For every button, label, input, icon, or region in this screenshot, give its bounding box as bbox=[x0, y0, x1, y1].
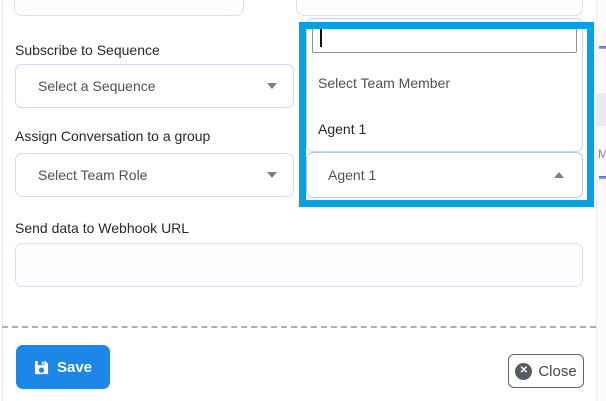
dropdown-search-input[interactable] bbox=[312, 22, 577, 53]
team-role-select[interactable]: Select Team Role bbox=[15, 153, 294, 197]
chevron-down-icon bbox=[267, 83, 277, 89]
assign-group-label: Assign Conversation to a group bbox=[15, 128, 210, 144]
subscribe-sequence-label: Subscribe to Sequence bbox=[15, 42, 160, 58]
close-button-label: Close bbox=[538, 363, 576, 380]
close-icon: ✕ bbox=[515, 363, 532, 380]
team-member-dropdown-panel: Select Team Member Agent 1 bbox=[306, 18, 583, 152]
team-member-select[interactable]: Agent 1 bbox=[306, 152, 583, 198]
webhook-url-label: Send data to Webhook URL bbox=[15, 220, 189, 236]
sequence-select-value: Select a Sequence bbox=[16, 78, 156, 94]
cutoff-input-right[interactable] bbox=[296, 0, 583, 16]
content-fragment bbox=[597, 93, 606, 126]
save-icon bbox=[34, 360, 49, 375]
link-fragment bbox=[599, 46, 606, 49]
dropdown-option-select-team-member[interactable]: Select Team Member bbox=[307, 63, 582, 103]
close-button[interactable]: ✕ Close bbox=[508, 354, 584, 388]
sequence-select[interactable]: Select a Sequence bbox=[15, 64, 294, 108]
partial-letter: M bbox=[598, 147, 606, 161]
modal-left-border bbox=[2, 0, 3, 401]
background-page-strip: M bbox=[596, 0, 606, 401]
screen: Subscribe to Sequence Select a Sequence … bbox=[0, 0, 606, 401]
team-role-select-value: Select Team Role bbox=[16, 167, 147, 183]
link-fragment bbox=[599, 176, 606, 179]
cutoff-input-left[interactable] bbox=[14, 0, 244, 16]
save-button-label: Save bbox=[57, 359, 92, 376]
dropdown-option-agent-1[interactable]: Agent 1 bbox=[307, 109, 582, 149]
chevron-up-icon bbox=[554, 172, 564, 178]
webhook-url-input[interactable] bbox=[15, 243, 583, 287]
chevron-down-icon bbox=[267, 172, 277, 178]
save-button[interactable]: Save bbox=[16, 345, 110, 389]
text-cursor bbox=[320, 29, 322, 47]
dashed-divider bbox=[2, 326, 596, 328]
team-member-select-value: Agent 1 bbox=[307, 167, 376, 183]
